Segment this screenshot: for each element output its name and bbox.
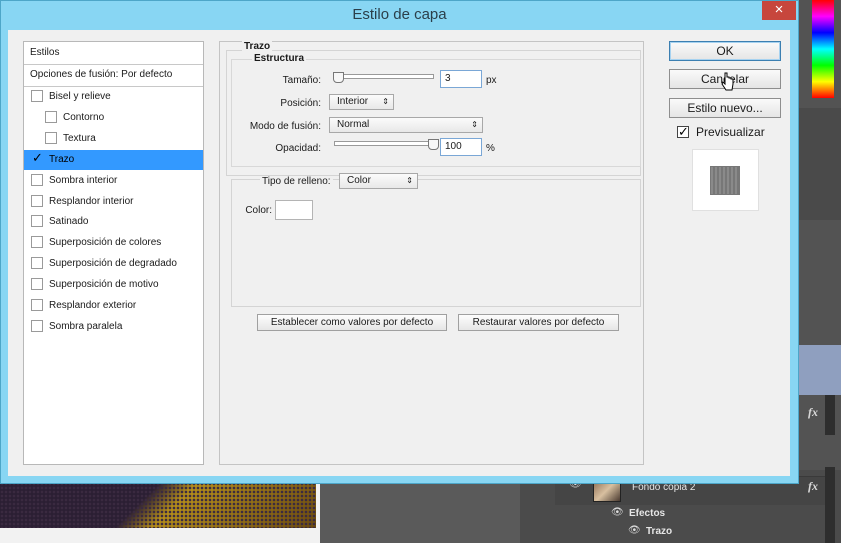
style-item-label: Resplandor interior: [49, 195, 134, 207]
checkmark-icon: ✓: [32, 149, 43, 165]
style-item-bisel-y-relieve[interactable]: Bisel y relieve: [24, 87, 203, 107]
preview-swatch: [710, 166, 740, 195]
stroke-group-title: Trazo: [242, 41, 273, 52]
preview-checkbox[interactable]: ✓: [677, 124, 689, 139]
style-item-resplandor-exterior[interactable]: Resplandor exterior: [24, 296, 203, 316]
close-icon: ×: [774, 1, 784, 18]
style-item-sombra-paralela[interactable]: Sombra paralela: [24, 317, 203, 337]
styles-header-label: Estilos: [30, 47, 60, 58]
updown-icon: ⇕: [406, 176, 413, 185]
style-checkbox[interactable]: [45, 131, 57, 144]
layers-scrollbar[interactable]: [825, 395, 835, 435]
stroke-settings-panel: Trazo Estructura Tamaño: 3 px Posición: …: [219, 41, 644, 465]
fx-icon[interactable]: fx: [808, 405, 818, 420]
close-button[interactable]: ×: [762, 1, 796, 20]
opacity-unit: %: [486, 143, 495, 154]
blending-options-item[interactable]: Opciones de fusión: Por defecto: [24, 65, 203, 85]
style-item-superposición-de-degradado[interactable]: Superposición de degradado: [24, 254, 203, 274]
layers-scrollbar[interactable]: [825, 467, 835, 543]
preview-label[interactable]: Previsualizar: [696, 125, 765, 139]
color-swatch[interactable]: [275, 200, 313, 220]
size-slider-handle[interactable]: [332, 72, 344, 83]
size-label: Tamaño:: [282, 75, 321, 86]
blend-mode-label: Modo de fusión:: [249, 121, 321, 132]
style-item-label: Textura: [63, 132, 96, 144]
layer-style-dialog: Estilo de capa × Estilos Opciones de fus…: [0, 0, 799, 484]
style-checkbox[interactable]: [31, 90, 43, 102]
selected-layer-strip: [797, 345, 841, 395]
mouse-cursor-icon: [721, 72, 734, 91]
style-checkbox[interactable]: [31, 257, 43, 270]
styles-header[interactable]: Estilos: [24, 43, 203, 63]
ok-button[interactable]: OK: [669, 41, 781, 61]
style-item-trazo[interactable]: ✓ Trazo: [24, 149, 203, 170]
style-item-label: Trazo: [49, 153, 75, 165]
style-checkbox[interactable]: [31, 173, 43, 186]
title-bar[interactable]: Estilo de capa ×: [1, 1, 798, 29]
new-style-button[interactable]: Estilo nuevo...: [669, 98, 781, 118]
blending-options-label: Opciones de fusión: Por defecto: [30, 69, 173, 80]
style-item-superposición-de-motivo[interactable]: Superposición de motivo: [24, 275, 203, 295]
eye-icon[interactable]: 👁: [628, 525, 641, 536]
structure-group-title: Estructura: [252, 53, 307, 64]
style-item-label: Bisel y relieve: [49, 91, 111, 102]
style-checkbox[interactable]: [31, 236, 43, 249]
checkmark-icon: ✓: [678, 124, 689, 139]
blend-mode-select[interactable]: Normal ⇕: [329, 117, 483, 133]
style-checkbox[interactable]: [31, 278, 43, 291]
style-item-superposición-de-colores[interactable]: Superposición de colores: [24, 233, 203, 253]
fill-type-label: Tipo de relleno:: [260, 176, 333, 187]
canvas-image: [0, 478, 316, 528]
color-spectrum[interactable]: [812, 0, 834, 98]
fill-type-value: Color: [347, 175, 371, 186]
position-label: Posición:: [280, 98, 321, 109]
style-item-label: Sombra interior: [49, 174, 118, 186]
style-checkbox[interactable]: [31, 299, 43, 311]
style-checkbox[interactable]: [31, 194, 43, 207]
styles-list: Estilos Opciones de fusión: Por defecto …: [23, 41, 204, 465]
fx-icon[interactable]: fx: [808, 479, 818, 494]
style-item-sombra-interior[interactable]: Sombra interior: [24, 171, 203, 191]
style-item-label: Resplandor exterior: [49, 300, 137, 311]
size-input[interactable]: 3: [440, 70, 482, 88]
updown-icon: ⇕: [382, 97, 389, 106]
size-unit: px: [486, 75, 497, 86]
fill-type-select[interactable]: Color ⇕: [339, 173, 418, 189]
style-item-label: Satinado: [49, 216, 89, 228]
position-value: Interior: [337, 96, 369, 107]
opacity-label: Opacidad:: [275, 143, 321, 154]
style-checkbox[interactable]: [31, 319, 43, 332]
position-select[interactable]: Interior ⇕: [329, 94, 394, 110]
style-item-label: Contorno: [63, 111, 105, 123]
style-item-textura[interactable]: Textura: [24, 129, 203, 149]
set-default-button[interactable]: Establecer como valores por defecto: [257, 314, 447, 331]
opacity-input[interactable]: 100: [440, 138, 482, 156]
effects-label[interactable]: Efectos: [629, 508, 665, 519]
eye-icon[interactable]: 👁: [611, 507, 624, 518]
stroke-effect-label[interactable]: Trazo: [646, 526, 672, 537]
color-label: Color:: [245, 205, 272, 216]
style-item-label: Sombra paralela: [49, 320, 123, 332]
style-checkbox[interactable]: [31, 215, 43, 228]
style-item-satinado[interactable]: Satinado: [24, 212, 203, 232]
style-item-contorno[interactable]: Contorno: [24, 108, 203, 128]
size-slider[interactable]: [334, 74, 434, 79]
reset-default-button[interactable]: Restaurar valores por defecto: [458, 314, 619, 331]
style-checkbox[interactable]: [45, 110, 57, 123]
style-item-label: Superposición de motivo: [49, 279, 159, 291]
dialog-title: Estilo de capa: [352, 6, 447, 23]
preview-thumbnail: [692, 149, 759, 211]
blend-mode-value: Normal: [337, 119, 370, 130]
opacity-slider-handle[interactable]: [428, 139, 439, 150]
opacity-slider[interactable]: [334, 141, 434, 146]
dialog-body: Estilos Opciones de fusión: Por defecto …: [8, 30, 790, 476]
style-item-label: Superposición de colores: [49, 237, 162, 249]
fill-type-group: [231, 179, 641, 307]
style-checkbox[interactable]: ✓: [31, 150, 43, 165]
style-item-label: Superposición de degradado: [49, 258, 177, 270]
adjustments-panel: [797, 108, 841, 220]
style-item-resplandor-interior[interactable]: Resplandor interior: [24, 192, 203, 212]
updown-icon: ⇕: [471, 120, 478, 129]
